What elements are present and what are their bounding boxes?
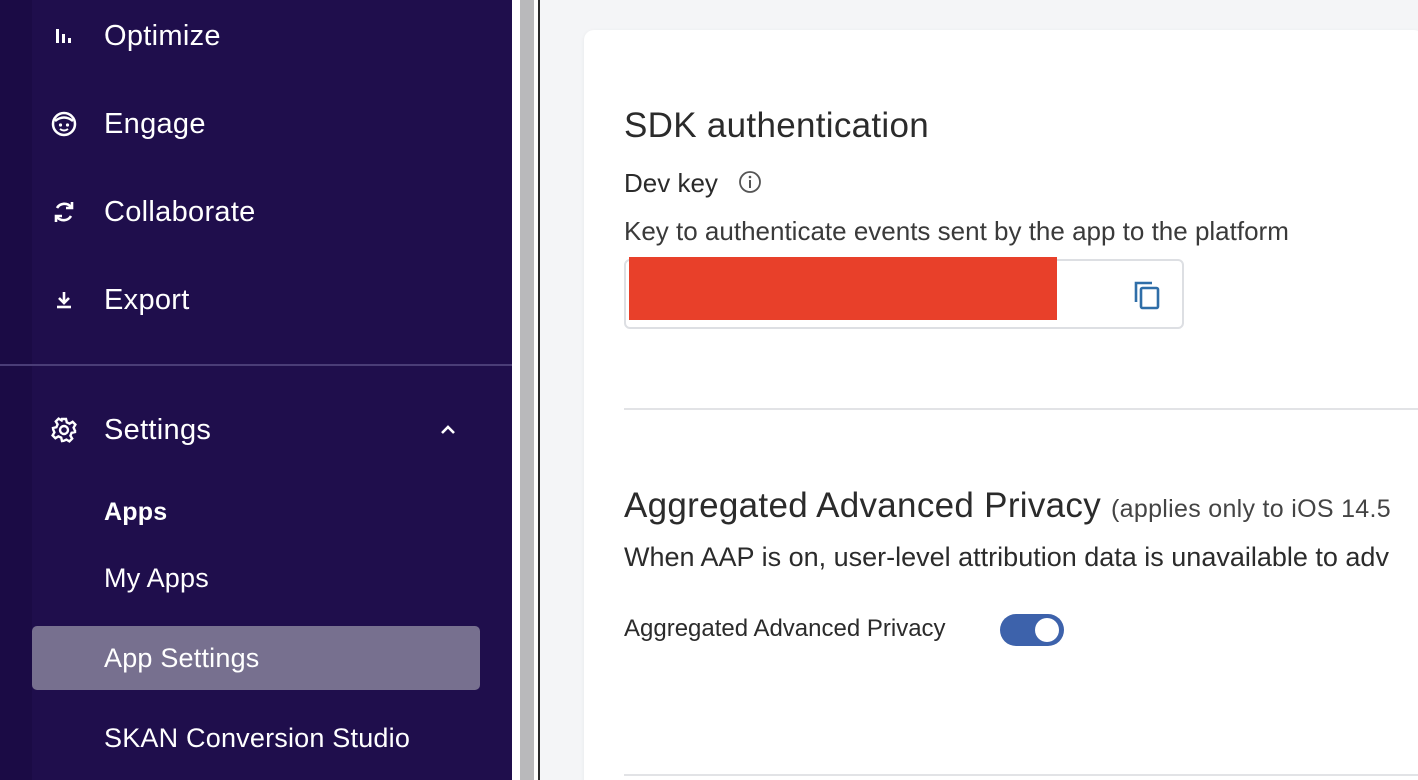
face-icon [48,108,80,140]
dev-key-description: Key to authenticate events sent by the a… [624,216,1289,246]
sidebar: Optimize Engage Collaborate Export Setti… [0,0,512,780]
sidebar-item-label: Settings [104,413,212,446]
aap-title-note: (applies only to iOS 14.5 [1111,495,1391,523]
info-icon[interactable] [738,170,762,194]
sidebar-divider [0,364,512,366]
sidebar-item-my-apps[interactable]: My Apps [32,546,480,610]
sidebar-item-skan-conversion-studio[interactable]: SKAN Conversion Studio [32,706,480,770]
sidebar-item-label: Engage [104,107,206,140]
chevron-up-icon[interactable] [436,418,460,442]
aap-title-text: Aggregated Advanced Privacy [624,486,1102,525]
sidebar-item-label: App Settings [104,642,260,673]
aap-toggle[interactable] [1000,614,1064,646]
sidebar-subheader-label: Apps [104,497,168,526]
splitter-line [538,0,540,780]
sidebar-item-label: Collaborate [104,195,256,228]
splitter-bar[interactable] [520,0,534,780]
sidebar-item-engage[interactable]: Engage [0,94,512,154]
sidebar-item-collaborate[interactable]: Collaborate [0,182,512,242]
toggle-knob [1035,618,1059,642]
aap-toggle-label: Aggregated Advanced Privacy [624,615,946,642]
sidebar-item-label: SKAN Conversion Studio [104,722,411,753]
sidebar-item-label: Optimize [104,19,221,52]
redacted-dev-key [629,257,1057,320]
dev-key-label: Dev key [624,168,718,198]
sidebar-item-app-settings[interactable]: App Settings [32,626,480,690]
section-divider-bottom [624,774,1418,776]
section-divider [624,408,1418,410]
aap-description: When AAP is on, user-level attribution d… [624,542,1389,572]
copy-icon[interactable] [1130,278,1164,312]
gear-icon [48,414,80,446]
bar-chart-icon [48,20,80,52]
download-icon [48,284,80,316]
sync-icon [48,196,80,228]
sidebar-item-label: My Apps [104,562,209,593]
sidebar-subheader-apps: Apps [32,480,480,544]
sidebar-item-settings[interactable]: Settings [0,400,512,460]
panel-splitter[interactable] [512,0,540,780]
sdk-auth-title: SDK authentication [624,106,930,145]
sidebar-item-export[interactable]: Export [0,270,512,330]
aap-title: Aggregated Advanced Privacy (applies onl… [624,486,1391,526]
sidebar-item-optimize[interactable]: Optimize [0,6,512,66]
sidebar-item-label: Export [104,283,190,316]
